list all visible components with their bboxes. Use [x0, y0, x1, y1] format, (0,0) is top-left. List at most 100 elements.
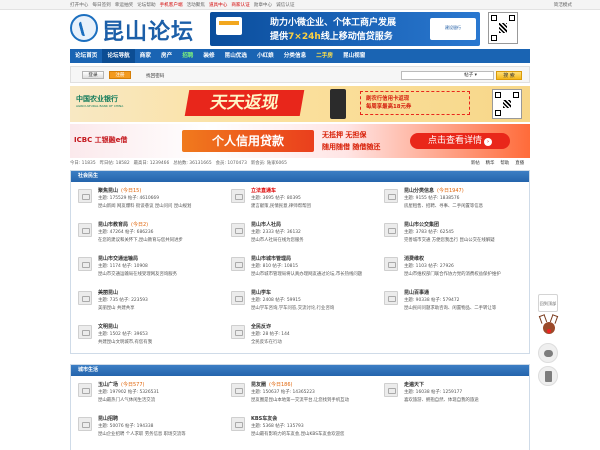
nav-item-home[interactable]: 论坛首页 [70, 49, 102, 63]
forum-name[interactable]: 文明昆山 [98, 323, 121, 330]
forum-item[interactable]: KBS车友会主题: 5368 帖子: 135793 昆山最有影响力的车友会,昆山K… [224, 412, 374, 450]
forum-item[interactable]: 全民反诈 主题: 28 帖子: 144 全民反诈在行动 [224, 320, 374, 359]
forum-icon[interactable] [78, 189, 92, 203]
forum-icon[interactable] [78, 257, 92, 271]
top-link[interactable]: 活动聚焦 [187, 3, 205, 8]
forum-icon[interactable] [231, 325, 245, 339]
simple-mode-link[interactable]: 简洁模式 [554, 2, 572, 8]
forum-item[interactable]: 文明昆山 主题: 1502 帖子: 39653 共建昆山文明城市,有您有我 [71, 320, 221, 359]
forum-icon[interactable] [231, 383, 245, 397]
search-type-select[interactable]: 帖子 ▾ [464, 72, 477, 78]
register-button[interactable]: 注册 [109, 71, 131, 79]
forum-stats: 主题: 5368 帖子: 135793 [251, 424, 304, 429]
forum-icon[interactable] [231, 189, 245, 203]
link-live[interactable]: 直播 [515, 161, 524, 166]
forum-item[interactable]: 走遍天下 主题: 16038 帖子: 1259177 喜欢旅游、拥抱自然、体现自我的… [377, 378, 527, 417]
icbc-loan-ad[interactable]: ICBC 工银融e借 个人信用贷款 无抵押 无担保 随用随借 随借随还 点击查看详… [70, 124, 530, 158]
stat-members: 会员: 1070473 [215, 161, 247, 166]
forum-icon[interactable] [231, 291, 245, 305]
link-digest[interactable]: 精华 [486, 161, 495, 166]
section-title[interactable]: 社会民生 [71, 171, 529, 182]
forum-icon[interactable] [384, 383, 398, 397]
forum-icon[interactable] [384, 189, 398, 203]
forum-name[interactable]: 昆山招聘 [98, 415, 121, 422]
quick-links: 新帖 精华 帮助 直播 [465, 160, 524, 166]
nav-item-housing[interactable]: 房产 [156, 49, 177, 63]
forum-stats: 主题: 1103 帖子: 27926 [404, 264, 454, 269]
view-details-button[interactable]: 点击查看详情 › [410, 133, 510, 149]
site-logo[interactable]: 昆山论坛 [70, 12, 200, 45]
forum-icon[interactable] [78, 417, 92, 431]
forum-name[interactable]: 昆友圈 (今日186) [251, 381, 292, 388]
forum-name[interactable]: 立法直通车 [251, 187, 279, 194]
forum-name[interactable]: 昆山市交通运输局 [98, 255, 141, 262]
forum-name[interactable]: 昆山学车 [251, 289, 274, 296]
forum-stats: 主题: 3783 帖子: 62545 [404, 230, 454, 235]
forum-item[interactable]: 昆山招聘 主题: 50076 帖子: 194338 昆山企业招聘 个人求职 劳务信息… [71, 412, 221, 450]
stat-new-member[interactable]: 新会员: 陆家6065 [251, 161, 287, 166]
forum-item[interactable]: 昆山百事通 主题: 90338 帖子: 579472 昆山民间问题求助咨询、闲置物品… [377, 286, 527, 325]
forum-icon[interactable] [384, 291, 398, 305]
top-link[interactable]: 打开中心 [70, 3, 88, 8]
forum-icon[interactable] [231, 257, 245, 271]
forum-icon[interactable] [231, 223, 245, 237]
forgot-password-link[interactable]: 找回密码 [146, 73, 164, 79]
top-link[interactable]: 道具中心 [209, 3, 227, 8]
nav-item-jobs[interactable]: 招聘 [177, 49, 198, 63]
forum-description: 昆山最有影响力的车友会,昆山KBS车友会欢迎您 [251, 432, 345, 437]
forum-icon[interactable] [78, 223, 92, 237]
nav-item-forum-nav[interactable]: 论坛导航 [102, 49, 135, 63]
forum-name[interactable]: 昆山市人社局 [251, 221, 284, 228]
forum-icon[interactable] [78, 325, 92, 339]
forum-name[interactable]: KBS车友会 [251, 415, 280, 422]
forum-name[interactable]: 昆山市城市管理局 [251, 255, 294, 262]
reindeer-mascot-icon[interactable] [538, 314, 560, 340]
forum-name[interactable]: 玉山广场 (今日577) [98, 381, 144, 388]
forum-name[interactable]: 昆山市公交集团 [404, 221, 442, 228]
section-title[interactable]: 城市生活 [71, 365, 529, 376]
forum-name[interactable]: 美丽昆山 [98, 289, 121, 296]
forum-icon[interactable] [78, 383, 92, 397]
forum-stats: 主题: 47264 帖子: 686236 [98, 230, 154, 235]
forum-name[interactable]: 聚焦昆山 (今日15) [98, 187, 141, 194]
nav-item-classifieds[interactable]: 分类信息 [279, 49, 311, 63]
abc-headline: 天天返现 [184, 90, 305, 116]
nav-item-second-hand[interactable]: 二手房 [311, 49, 338, 63]
forum-name[interactable]: 走遍天下 [404, 381, 427, 388]
mobile-phone-icon[interactable] [538, 366, 558, 386]
link-new-posts[interactable]: 新帖 [471, 161, 480, 166]
nav-item-decoration[interactable]: 装修 [198, 49, 219, 63]
nav-item-kunshan-select[interactable]: 昆山优选 [220, 49, 252, 63]
top-link[interactable]: 诚信认证 [276, 3, 294, 8]
top-link[interactable]: 勋章中心 [254, 3, 272, 8]
abc-bank-ad[interactable]: 中国农业银行 AGRICULTURAL BANK OF CHINA 天天返现 刷农… [70, 86, 530, 122]
forum-icon[interactable] [231, 417, 245, 431]
top-link[interactable]: 手机客户端 [160, 3, 183, 8]
forum-name[interactable]: 昆山百事通 [404, 289, 432, 296]
header-banner-ad[interactable]: 助力小微企业、个体工商户发展 提供7×24h线上移动信贷服务 建设银行 [210, 12, 480, 46]
link-help[interactable]: 帮助 [500, 161, 509, 166]
phone-icon [330, 89, 346, 119]
forum-icon[interactable] [384, 257, 398, 271]
forum-name[interactable]: 全民反诈 [251, 323, 274, 330]
top-link[interactable]: 论坛帮助 [137, 3, 155, 8]
top-link[interactable]: 每日签到 [92, 3, 110, 8]
forum-icon[interactable] [78, 291, 92, 305]
forum-name[interactable]: 消费维权 [404, 255, 427, 262]
top-link[interactable]: 商家认证 [231, 3, 249, 8]
nav-item-kunshan-window[interactable]: 昆山视窗 [338, 49, 370, 63]
back-to-top-button[interactable]: 回到顶部 [538, 294, 558, 312]
nav-item-merchants[interactable]: 商家 [135, 49, 156, 63]
nav-item-matchmaker[interactable]: 小红娘 [252, 49, 279, 63]
stat-max: 最高日: 1239466 [133, 161, 170, 166]
search-input[interactable] [401, 71, 494, 80]
forum-name[interactable]: 昆山分类信息 (今日1947) [404, 187, 464, 194]
forum-description: 昆山企业招聘 个人求职 劳务信息 职场交流等 [98, 432, 186, 437]
login-button[interactable]: 登录 [82, 71, 104, 79]
search-button[interactable]: 搜 索 [496, 71, 522, 80]
forum-description: 建言献策,民情民意,律师帮帮团 [251, 204, 311, 209]
top-link[interactable]: 幸运抽奖 [115, 3, 133, 8]
wechat-icon[interactable] [538, 343, 558, 363]
forum-name[interactable]: 昆山市教育局 (今日2) [98, 221, 148, 228]
forum-icon[interactable] [384, 223, 398, 237]
